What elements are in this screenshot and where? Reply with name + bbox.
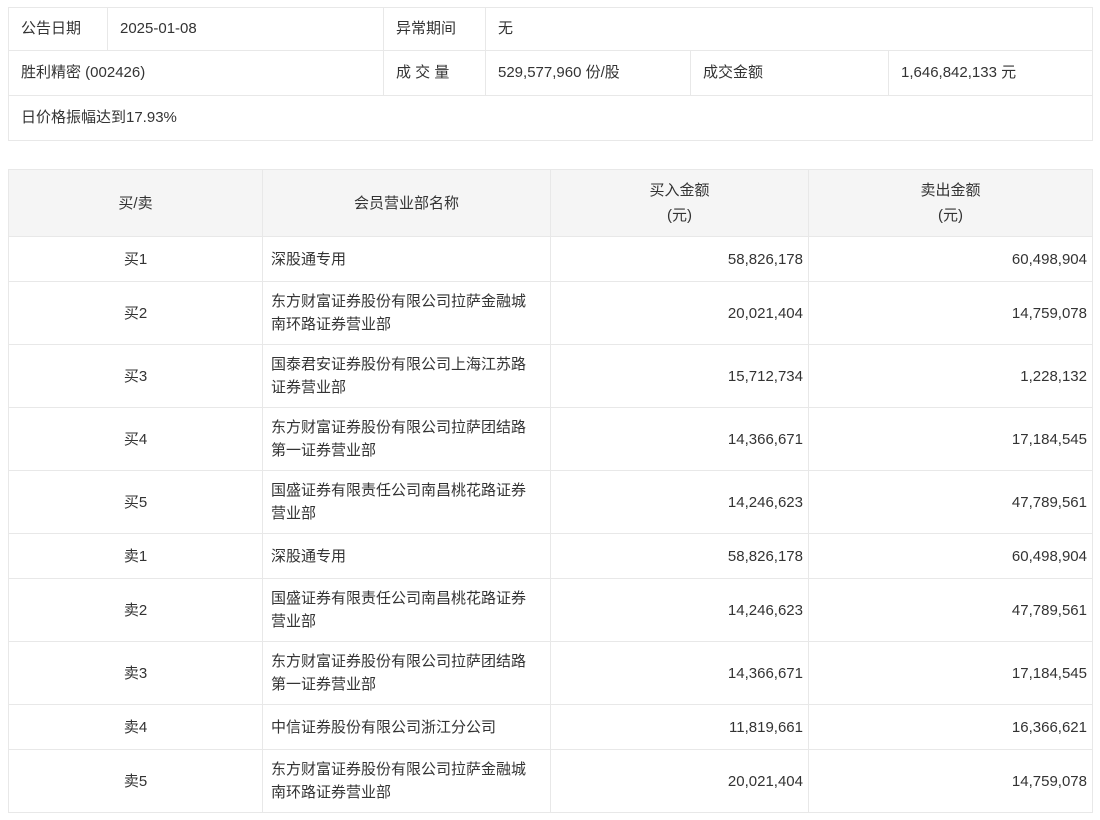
announce-date-label: 公告日期 bbox=[8, 7, 108, 51]
table-row: 买2 东方财富证券股份有限公司拉萨金融城南环路证券营业部 20,021,404 … bbox=[8, 281, 1093, 345]
column-header-sell-amount: 卖出金额 (元) bbox=[808, 169, 1093, 237]
table-row: 买4 东方财富证券股份有限公司拉萨团结路第一证券营业部 14,366,671 1… bbox=[8, 407, 1093, 471]
sell-amount-cell: 17,184,545 bbox=[808, 407, 1093, 471]
table-row: 卖2 国盛证券有限责任公司南昌桃花路证券营业部 14,246,623 47,78… bbox=[8, 578, 1093, 642]
table-row: 卖3 东方财富证券股份有限公司拉萨团结路第一证券营业部 14,366,671 1… bbox=[8, 641, 1093, 705]
side-cell: 卖5 bbox=[8, 749, 263, 813]
branch-name-cell: 东方财富证券股份有限公司拉萨金融城南环路证券营业部 bbox=[262, 281, 551, 345]
stock-name: 胜利精密 (002426) bbox=[8, 50, 384, 96]
sell-amount-cell: 60,498,904 bbox=[808, 236, 1093, 282]
table-row: 买1 深股通专用 58,826,178 60,498,904 bbox=[8, 236, 1093, 282]
buy-amount-cell: 15,712,734 bbox=[550, 344, 809, 408]
branch-name-cell: 国盛证券有限责任公司南昌桃花路证券营业部 bbox=[262, 470, 551, 534]
sell-amount-cell: 17,184,545 bbox=[808, 641, 1093, 705]
trading-seats-table: 买/卖 会员营业部名称 买入金额 (元) 卖出金额 (元) 买1 深股通专用 5… bbox=[8, 169, 1093, 813]
table-row: 卖1 深股通专用 58,826,178 60,498,904 bbox=[8, 533, 1093, 579]
buy-amount-cell: 14,246,623 bbox=[550, 470, 809, 534]
side-cell: 买2 bbox=[8, 281, 263, 345]
column-header-branch: 会员营业部名称 bbox=[262, 169, 551, 237]
side-cell: 卖2 bbox=[8, 578, 263, 642]
buy-amount-cell: 11,819,661 bbox=[550, 704, 809, 750]
side-cell: 卖3 bbox=[8, 641, 263, 705]
branch-name-cell: 国盛证券有限责任公司南昌桃花路证券营业部 bbox=[262, 578, 551, 642]
branch-name-cell: 东方财富证券股份有限公司拉萨团结路第一证券营业部 bbox=[262, 407, 551, 471]
branch-name-cell: 东方财富证券股份有限公司拉萨团结路第一证券营业部 bbox=[262, 641, 551, 705]
info-row-announce: 公告日期 2025-01-08 异常期间 无 bbox=[8, 7, 1094, 51]
sell-amount-cell: 14,759,078 bbox=[808, 281, 1093, 345]
abnormal-period-label: 异常期间 bbox=[383, 7, 486, 51]
column-header-buy-amount: 买入金额 (元) bbox=[550, 169, 809, 237]
seats-header-row: 买/卖 会员营业部名称 买入金额 (元) 卖出金额 (元) bbox=[8, 169, 1093, 237]
sell-amount-cell: 14,759,078 bbox=[808, 749, 1093, 813]
turnover-value: 1,646,842,133 元 bbox=[887, 50, 1094, 96]
buy-amount-cell: 14,366,671 bbox=[550, 641, 809, 705]
turnover-label: 成交金额 bbox=[690, 50, 889, 96]
amplitude-note: 日价格振幅达到17.93% bbox=[7, 95, 1094, 141]
table-row: 买3 国泰君安证券股份有限公司上海江苏路证券营业部 15,712,734 1,2… bbox=[8, 344, 1093, 408]
table-row: 卖5 东方财富证券股份有限公司拉萨金融城南环路证券营业部 20,021,404 … bbox=[8, 749, 1093, 813]
info-row-note: 日价格振幅达到17.93% bbox=[7, 95, 1094, 141]
sell-amount-cell: 16,366,621 bbox=[808, 704, 1093, 750]
branch-name-cell: 国泰君安证券股份有限公司上海江苏路证券营业部 bbox=[262, 344, 551, 408]
side-cell: 卖1 bbox=[8, 533, 263, 579]
stock-info-table: 公告日期 2025-01-08 异常期间 无 胜利精密 (002426) 成 交… bbox=[7, 7, 1094, 141]
announce-date-value: 2025-01-08 bbox=[107, 7, 384, 51]
branch-name-cell: 中信证券股份有限公司浙江分公司 bbox=[262, 704, 551, 750]
sell-amount-cell: 47,789,561 bbox=[808, 470, 1093, 534]
sell-amount-cell: 1,228,132 bbox=[808, 344, 1093, 408]
table-row: 买5 国盛证券有限责任公司南昌桃花路证券营业部 14,246,623 47,78… bbox=[8, 470, 1093, 534]
buy-amount-cell: 58,826,178 bbox=[550, 236, 809, 282]
volume-value: 529,577,960 份/股 bbox=[485, 50, 691, 96]
buy-amount-cell: 20,021,404 bbox=[550, 749, 809, 813]
buy-amount-cell: 58,826,178 bbox=[550, 533, 809, 579]
table-row: 卖4 中信证券股份有限公司浙江分公司 11,819,661 16,366,621 bbox=[8, 704, 1093, 750]
side-cell: 买4 bbox=[8, 407, 263, 471]
buy-amount-cell: 14,366,671 bbox=[550, 407, 809, 471]
sell-amount-cell: 60,498,904 bbox=[808, 533, 1093, 579]
side-cell: 卖4 bbox=[8, 704, 263, 750]
page: 公告日期 2025-01-08 异常期间 无 胜利精密 (002426) 成 交… bbox=[0, 0, 1100, 813]
info-row-stock: 胜利精密 (002426) 成 交 量 529,577,960 份/股 成交金额… bbox=[8, 50, 1094, 96]
branch-name-cell: 东方财富证券股份有限公司拉萨金融城南环路证券营业部 bbox=[262, 749, 551, 813]
abnormal-period-value: 无 bbox=[484, 7, 1094, 51]
branch-name-cell: 深股通专用 bbox=[262, 533, 551, 579]
side-cell: 买1 bbox=[8, 236, 263, 282]
column-header-side: 买/卖 bbox=[8, 169, 263, 237]
volume-label: 成 交 量 bbox=[383, 50, 486, 96]
sell-amount-cell: 47,789,561 bbox=[808, 578, 1093, 642]
branch-name-cell: 深股通专用 bbox=[262, 236, 551, 282]
buy-amount-cell: 14,246,623 bbox=[550, 578, 809, 642]
side-cell: 买3 bbox=[8, 344, 263, 408]
side-cell: 买5 bbox=[8, 470, 263, 534]
buy-amount-cell: 20,021,404 bbox=[550, 281, 809, 345]
